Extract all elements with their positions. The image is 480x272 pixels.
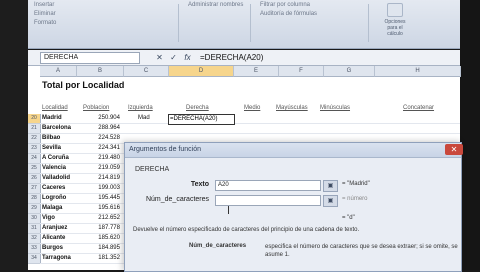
active-cell-d20[interactable]: =DERECHA(A20): [168, 114, 235, 125]
enter-icon[interactable]: ✓: [168, 52, 179, 63]
header-concatenar: Concatenar: [403, 105, 435, 111]
column-header-h[interactable]: H: [375, 66, 461, 77]
param-name: Núm_de_caracteres: [189, 243, 247, 249]
text-cursor-icon: [228, 206, 233, 214]
header-minusculas: Minúsculas: [320, 105, 351, 111]
texto-result: = "Madrid": [342, 181, 370, 187]
header-medio: Medio: [244, 105, 261, 111]
insert-command[interactable]: Insertar: [34, 2, 56, 8]
header-localidad: Localidad: [42, 105, 68, 111]
column-header-a[interactable]: A: [40, 66, 77, 77]
cell-poblacion[interactable]: 219.059: [84, 164, 120, 173]
arg-label-num: Núm_de_caracteres: [145, 196, 209, 203]
sheet-title: Total por Localidad: [42, 80, 125, 90]
header-poblacion: Poblacion: [83, 105, 110, 111]
function-name: DERECHA: [135, 166, 170, 173]
cell-localidad[interactable]: Bilbao: [42, 134, 60, 143]
cell-poblacion[interactable]: 214.819: [84, 174, 120, 183]
num-caracteres-input[interactable]: [215, 195, 321, 206]
audit-command[interactable]: Auditoría de fórmulas: [260, 11, 317, 17]
ribbon-separator: [368, 4, 369, 42]
cell-poblacion[interactable]: 250.904: [84, 114, 120, 123]
cell-localidad[interactable]: Malaga: [42, 204, 62, 213]
ribbon: Insertar Eliminar Formato Administrar no…: [28, 0, 460, 49]
formula-bar: DERECHA ✕ ✓ fx =DERECHA(A20): [28, 50, 460, 66]
collapse-dialog-icon[interactable]: ▣: [323, 180, 338, 192]
cell-poblacion[interactable]: 195.616: [84, 204, 120, 213]
left-margin: [0, 0, 28, 270]
cell-localidad[interactable]: Caceres: [42, 184, 65, 193]
name-box[interactable]: DERECHA: [40, 52, 140, 64]
close-icon[interactable]: ✕: [445, 144, 463, 155]
format-command[interactable]: Formato: [34, 20, 56, 26]
cell-localidad[interactable]: Aranjuez: [42, 224, 67, 233]
cell-localidad[interactable]: Burgos: [42, 244, 63, 253]
cell-localidad[interactable]: Sevilla: [42, 144, 61, 153]
ribbon-separator: [178, 4, 179, 42]
cell-localidad[interactable]: Tarragona: [42, 254, 71, 263]
formula-input[interactable]: =DERECHA(A20): [200, 51, 263, 64]
texto-input[interactable]: A20: [215, 180, 321, 191]
formula-result: = "d": [342, 215, 355, 221]
column-header-e[interactable]: E: [234, 66, 279, 77]
cell-localidad[interactable]: A Coruña: [42, 154, 69, 163]
header-derecha: Derecha: [186, 105, 209, 111]
insert-function-icon[interactable]: fx: [182, 52, 193, 63]
cell-poblacion[interactable]: 185.620: [84, 234, 120, 243]
cell-localidad[interactable]: Vigo: [42, 214, 55, 223]
cancel-icon[interactable]: ✕: [154, 52, 165, 63]
arg-label-texto: Texto: [190, 181, 209, 188]
delete-command[interactable]: Eliminar: [34, 11, 56, 17]
header-mayusculas: Mayúsculas: [276, 105, 308, 111]
column-header-f[interactable]: F: [279, 66, 324, 77]
ribbon-group-cells: Insertar Eliminar Formato: [34, 2, 56, 26]
cell-poblacion[interactable]: 184.895: [84, 244, 120, 253]
function-description: Devuelve el número especificado de carac…: [133, 227, 360, 233]
header-izquierda: Izquierda: [128, 105, 153, 111]
param-description: especifica el número de caracteres que s…: [265, 244, 458, 258]
ribbon-group-audit: Filtrar por columna Auditoría de fórmula…: [260, 2, 317, 17]
calc-options-button[interactable]: Opciones para el cálculo: [380, 3, 410, 37]
cell-poblacion[interactable]: 224.341: [84, 144, 120, 153]
cell-poblacion[interactable]: 219.480: [84, 154, 120, 163]
manage-names-command[interactable]: Administrar nombres: [188, 2, 243, 8]
calculator-icon: [387, 3, 403, 17]
cell-poblacion[interactable]: 187.778: [84, 224, 120, 233]
cell-localidad[interactable]: Logroño: [42, 194, 66, 203]
cell-poblacion[interactable]: 224.528: [84, 134, 120, 143]
cell-poblacion[interactable]: 288.964: [84, 124, 120, 133]
dialog-title: Argumentos de función: [129, 146, 201, 153]
cell-localidad[interactable]: Valencia: [42, 164, 66, 173]
cell-localidad[interactable]: Valladolid: [42, 174, 70, 183]
dialog-titlebar[interactable]: Argumentos de función ✕: [125, 143, 463, 158]
cell-izquierda[interactable]: Mad: [138, 114, 150, 123]
collapse-dialog-icon[interactable]: ▣: [323, 195, 338, 207]
filter-command[interactable]: Filtrar por columna: [260, 2, 317, 8]
function-arguments-dialog: Argumentos de función ✕ DERECHA Texto A2…: [124, 142, 463, 272]
num-caracteres-result: = número: [342, 196, 368, 202]
cell-localidad[interactable]: Barcelona: [42, 124, 71, 133]
column-header-b[interactable]: B: [77, 66, 124, 77]
cell-poblacion[interactable]: 195.445: [84, 194, 120, 203]
column-header-c[interactable]: C: [124, 66, 169, 77]
calc-options-label: Opciones para el cálculo: [384, 19, 406, 37]
column-header-d[interactable]: D: [169, 66, 234, 77]
cell-localidad[interactable]: Alicante: [42, 234, 65, 243]
cell-poblacion[interactable]: 199.003: [84, 184, 120, 193]
cell-poblacion[interactable]: 181.352: [84, 254, 120, 263]
cell-localidad[interactable]: Madrid: [42, 114, 62, 123]
column-header-g[interactable]: G: [324, 66, 375, 77]
cell-poblacion[interactable]: 212.652: [84, 214, 120, 223]
ribbon-separator: [250, 4, 251, 42]
ribbon-group-names: Administrar nombres: [188, 2, 243, 8]
right-margin: [460, 0, 480, 270]
